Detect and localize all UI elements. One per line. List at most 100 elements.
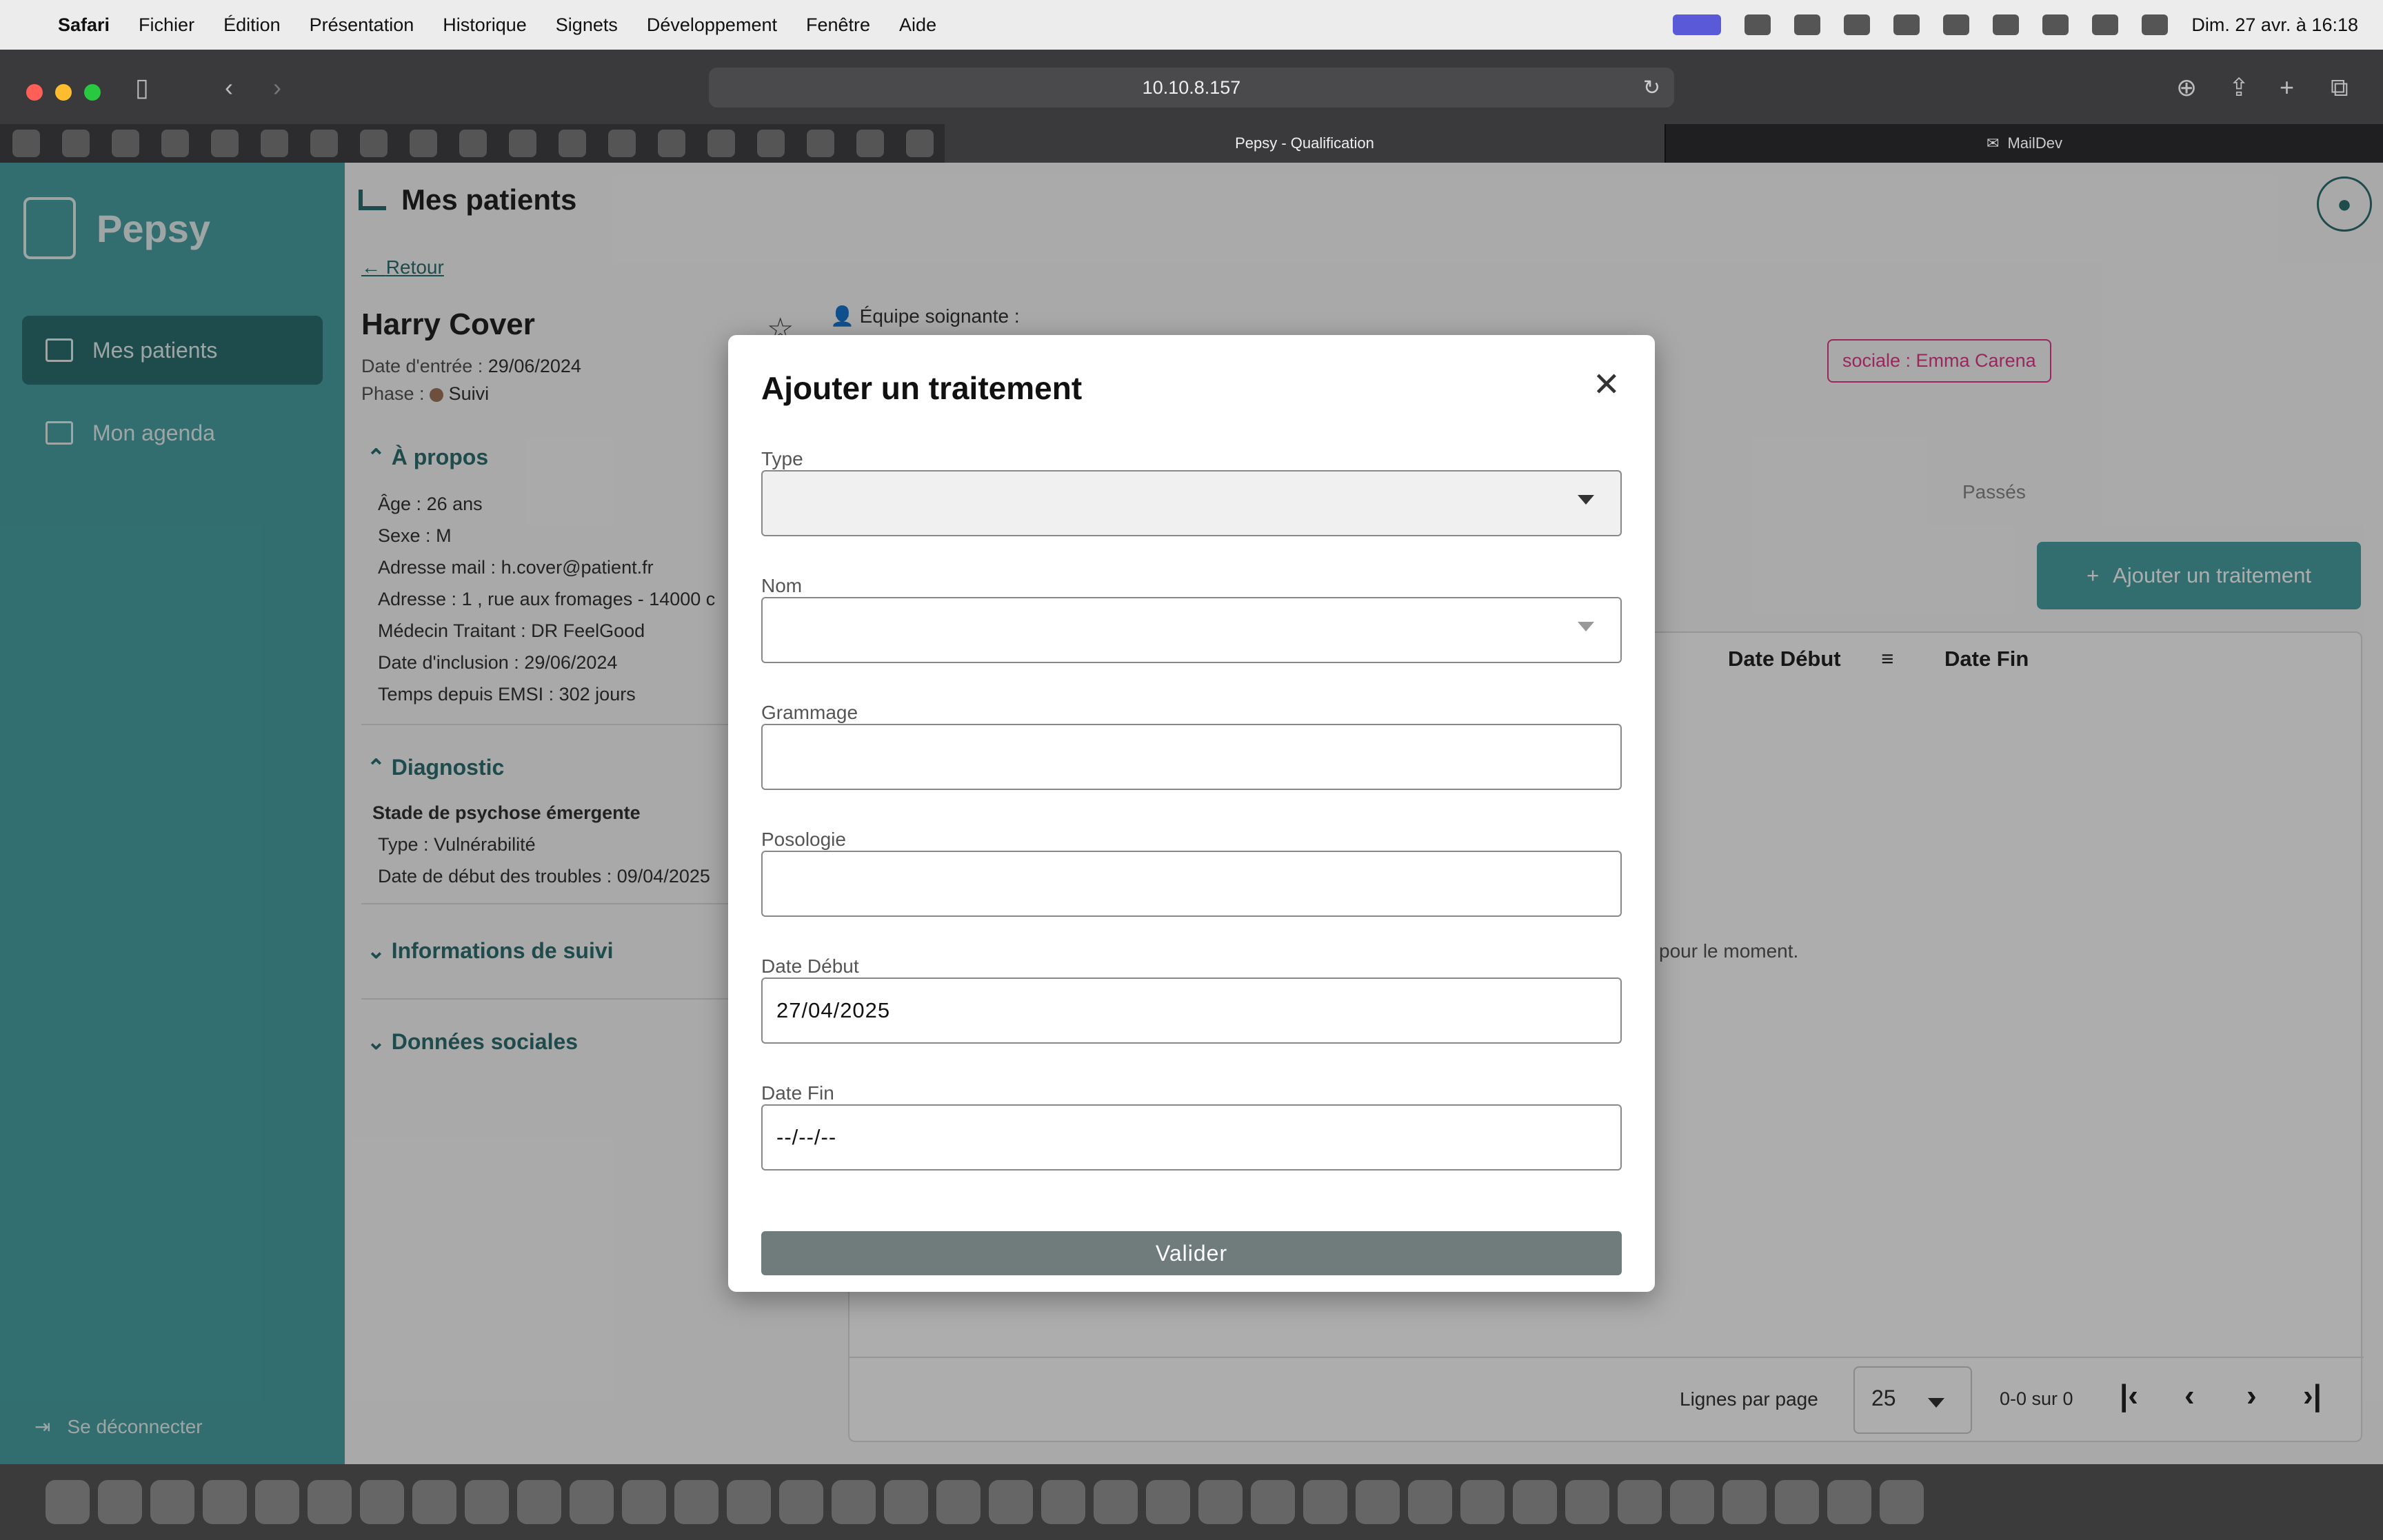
minimize-window-icon[interactable] [55, 84, 72, 101]
bookmark-icon[interactable] [360, 130, 388, 157]
launchpad-icon[interactable] [98, 1480, 142, 1524]
battery-icon[interactable] [1993, 14, 2020, 35]
menu-presentation[interactable]: Présentation [310, 14, 414, 36]
pages-icon[interactable] [517, 1480, 561, 1524]
sidebar-toggle-icon[interactable]: ▯ [135, 73, 149, 102]
tab-maildev[interactable]: ✉ MailDev [1665, 124, 2383, 163]
bluetooth-icon[interactable] [1943, 14, 1970, 35]
menu-fichier[interactable]: Fichier [139, 14, 194, 36]
tab-overview-icon[interactable]: ⧉ [2331, 73, 2349, 103]
terminal-icon[interactable] [779, 1480, 823, 1524]
text-icon[interactable] [1794, 14, 1821, 35]
bookmark-icon[interactable] [459, 130, 487, 157]
reminders-icon[interactable] [255, 1480, 299, 1524]
spotlight-icon[interactable] [2092, 14, 2119, 35]
pycharm-icon[interactable] [1146, 1480, 1190, 1524]
notes-icon[interactable] [308, 1480, 352, 1524]
new-tab-icon[interactable]: + [2280, 73, 2294, 102]
menu-signets[interactable]: Signets [556, 14, 618, 36]
gemini-icon[interactable] [707, 130, 735, 157]
share-icon[interactable]: ⇪ [2229, 73, 2249, 102]
photos-icon[interactable] [150, 1480, 194, 1524]
window-thumbnail-icon[interactable] [1722, 1480, 1767, 1524]
window-thumbnail-icon[interactable] [1460, 1480, 1505, 1524]
grammarly-icon[interactable] [1744, 14, 1771, 35]
close-icon[interactable]: ✕ [1593, 365, 1620, 404]
bookmark-icon[interactable] [608, 130, 636, 157]
browser-toolbar: ▯ ‹ › 10.10.8.157 ↻ ⊕ ⇪ + ⧉ [0, 50, 2383, 124]
downloads-icon[interactable]: ⊕ [2176, 73, 2197, 102]
menu-app[interactable]: Safari [58, 14, 110, 36]
gmail-icon[interactable] [807, 130, 834, 157]
tab-pepsy[interactable]: Pepsy - Qualification [945, 124, 1665, 163]
globe-icon[interactable] [1303, 1480, 1347, 1524]
back-icon[interactable]: ‹ [225, 73, 233, 102]
folder-icon[interactable] [1408, 1480, 1452, 1524]
menu-developpement[interactable]: Développement [647, 14, 777, 36]
tab-pepsy-label: Pepsy - Qualification [1235, 134, 1374, 152]
close-window-icon[interactable] [26, 84, 43, 101]
end-date-input[interactable]: --/--/-- [761, 1104, 1622, 1171]
wifi-icon[interactable] [2042, 14, 2069, 35]
trash-icon[interactable] [1880, 1480, 1924, 1524]
calendar-icon[interactable] [203, 1480, 247, 1524]
submit-button[interactable]: Valider [761, 1231, 1622, 1275]
window-thumbnail-icon[interactable] [1670, 1480, 1714, 1524]
menubar-clock[interactable]: Dim. 27 avr. à 16:18 [2191, 14, 2358, 36]
maps-icon[interactable] [989, 1480, 1033, 1524]
openai-icon[interactable] [658, 130, 685, 157]
bookmark-icon[interactable] [261, 130, 288, 157]
name-select[interactable] [761, 597, 1622, 663]
docker-icon[interactable] [161, 130, 189, 157]
menu-aide[interactable]: Aide [899, 14, 936, 36]
calendar-icon[interactable] [559, 130, 586, 157]
mac-menubar: Safari Fichier Édition Présentation Hist… [0, 0, 2383, 50]
xcode-icon[interactable] [727, 1480, 771, 1524]
window-thumbnail-icon[interactable] [1565, 1480, 1609, 1524]
bookmark-icon[interactable] [906, 130, 934, 157]
window-thumbnail-icon[interactable] [1827, 1480, 1871, 1524]
menu-fenetre[interactable]: Fenêtre [806, 14, 870, 36]
posology-input[interactable] [761, 851, 1622, 917]
app-icon[interactable] [1094, 1480, 1138, 1524]
graphql-icon[interactable] [1251, 1480, 1295, 1524]
bookmark-icon[interactable] [12, 130, 40, 157]
window-thumbnail-icon[interactable] [1618, 1480, 1662, 1524]
menu-historique[interactable]: Historique [443, 14, 527, 36]
gitlab-icon[interactable] [856, 130, 884, 157]
safari-icon[interactable] [936, 1480, 981, 1524]
dosage-input[interactable] [761, 724, 1622, 790]
mplus-icon[interactable] [1041, 1480, 1085, 1524]
start-date-input[interactable]: 27/04/2025 [761, 977, 1622, 1044]
window-thumbnail-icon[interactable] [1775, 1480, 1819, 1524]
address-bar[interactable]: 10.10.8.157 ↻ [709, 68, 1674, 108]
forward-icon[interactable]: › [273, 73, 281, 102]
keynote-icon[interactable] [412, 1480, 456, 1524]
zoom-window-icon[interactable] [84, 84, 101, 101]
keychain-icon[interactable] [674, 1480, 718, 1524]
claude-icon[interactable] [757, 130, 785, 157]
system-settings-icon[interactable] [622, 1480, 666, 1524]
github-icon[interactable] [62, 130, 90, 157]
window-thumbnail-icon[interactable] [1513, 1480, 1557, 1524]
reload-icon[interactable]: ↻ [1643, 76, 1660, 100]
bookmark-icon[interactable] [410, 130, 437, 157]
menu-edition[interactable]: Édition [223, 14, 281, 36]
app-store-icon[interactable] [570, 1480, 614, 1524]
github-icon[interactable] [112, 130, 139, 157]
font-icon[interactable] [884, 1480, 928, 1524]
chrome-icon[interactable] [832, 1480, 876, 1524]
bookmark-icon[interactable] [310, 130, 338, 157]
finder-icon[interactable] [46, 1480, 90, 1524]
bookmark-icon[interactable] [211, 130, 239, 157]
globe-icon[interactable] [1356, 1480, 1400, 1524]
vscode-icon[interactable] [1198, 1480, 1243, 1524]
screen-share-icon[interactable] [1673, 14, 1722, 35]
vpn-icon[interactable] [1844, 14, 1871, 35]
numbers-icon[interactable] [465, 1480, 509, 1524]
freeform-icon[interactable] [360, 1480, 404, 1524]
control-center-icon[interactable] [2142, 14, 2169, 35]
apple-icon[interactable] [509, 130, 536, 157]
backup-icon[interactable] [1893, 14, 1920, 35]
type-select[interactable] [761, 470, 1622, 536]
